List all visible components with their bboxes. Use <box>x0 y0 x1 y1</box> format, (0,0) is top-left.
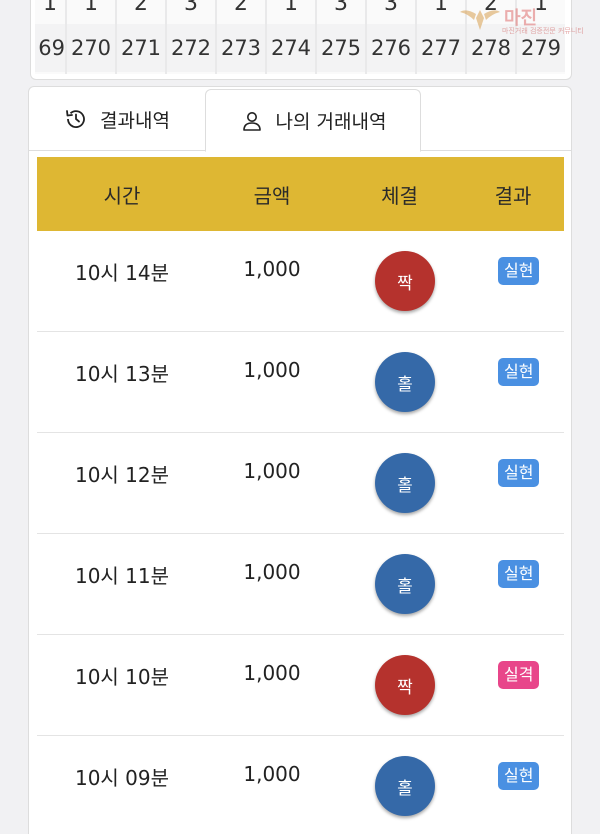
pick-ball: 짝 <box>375 251 435 311</box>
time-text: 10시 14분 <box>74 261 170 285</box>
strip-round-number: 274 <box>267 24 315 72</box>
header-pick: 체결 <box>381 183 418 208</box>
amount-text: 1,000 <box>243 560 301 584</box>
time-text: 10시 09분 <box>74 766 170 790</box>
strip-top-value: 2 <box>134 0 148 16</box>
strip-top-value: 2 <box>234 0 248 16</box>
strip-column: 3 276 <box>367 0 415 74</box>
strip-top-value: 3 <box>184 0 198 16</box>
cell-result: 실현 <box>462 534 564 634</box>
cell-pick: 홀 <box>337 332 462 432</box>
tab-bar: 결과내역 나의 거래내역 <box>29 87 571 152</box>
cell-result: 실현 <box>462 332 564 432</box>
cell-time: 10시 09분 <box>37 736 207 834</box>
result-badge: 실현 <box>498 560 540 588</box>
cell-pick: 홀 <box>337 736 462 834</box>
pick-ball: 짝 <box>375 655 435 715</box>
pick-ball: 홀 <box>375 453 435 513</box>
wing-logo-icon <box>460 10 500 30</box>
page: 1 69 1 270 2 271 3 272 2 273 1 274 3 275 3 276 1 277 2 278 1… <box>0 0 600 834</box>
cell-amount: 1,000 <box>207 635 337 735</box>
strip-column: 1 69 <box>35 0 65 74</box>
cell-time: 10시 13분 <box>37 332 207 432</box>
cell-time: 10시 14분 <box>37 231 207 331</box>
trade-table: 시간 금액 체결 결과 10시 14분 1,000 짝 실현 10시 13분 1,000 홀… <box>37 157 564 834</box>
table-row: 10시 14분 1,000 짝 실현 <box>37 231 564 332</box>
table-row: 10시 12분 1,000 홀 실현 <box>37 433 564 534</box>
cell-amount: 1,000 <box>207 736 337 834</box>
result-badge: 실격 <box>498 661 540 689</box>
amount-text: 1,000 <box>243 762 301 786</box>
amount-text: 1,000 <box>243 661 301 685</box>
time-text: 10시 13분 <box>74 362 170 386</box>
user-icon <box>242 111 261 131</box>
table-row: 10시 09분 1,000 홀 실현 <box>37 736 564 834</box>
cell-pick: 홀 <box>337 433 462 533</box>
cell-time: 10시 12분 <box>37 433 207 533</box>
header-amount: 금액 <box>253 183 291 208</box>
cell-time: 10시 11분 <box>37 534 207 634</box>
result-badge: 실현 <box>498 257 540 285</box>
strip-top-value: 1 <box>284 0 298 16</box>
strip-round-number: 271 <box>117 24 165 72</box>
cell-result: 실격 <box>462 635 564 735</box>
strip-top-value: 1 <box>43 0 57 16</box>
tab-my-trades-label: 나의 거래내역 <box>275 111 387 133</box>
table-row: 10시 13분 1,000 홀 실현 <box>37 332 564 433</box>
strip-top-value: 1 <box>84 0 98 16</box>
strip-round-number: 272 <box>167 24 215 72</box>
strip-round-number: 275 <box>317 24 365 72</box>
pick-ball: 홀 <box>375 352 435 412</box>
strip-column: 1 270 <box>67 0 115 74</box>
cell-amount: 1,000 <box>207 231 337 331</box>
cell-pick: 짝 <box>337 231 462 331</box>
amount-text: 1,000 <box>243 358 301 382</box>
result-badge: 실현 <box>498 358 540 386</box>
strip-top-value: 3 <box>384 0 398 16</box>
table-row: 10시 11분 1,000 홀 실현 <box>37 534 564 635</box>
strip-column: 1 274 <box>267 0 315 74</box>
pick-ball: 홀 <box>375 756 435 816</box>
amount-text: 1,000 <box>243 459 301 483</box>
table-header: 시간 금액 체결 결과 <box>37 157 564 231</box>
strip-round-number: 270 <box>67 24 115 72</box>
tab-my-trades[interactable]: 나의 거래내역 <box>205 89 421 152</box>
strip-column: 2 271 <box>117 0 165 74</box>
cell-amount: 1,000 <box>207 433 337 533</box>
cell-time: 10시 10분 <box>37 635 207 735</box>
strip-round-number: 273 <box>217 24 265 72</box>
cell-amount: 1,000 <box>207 332 337 432</box>
strip-column: 3 272 <box>167 0 215 74</box>
time-text: 10시 12분 <box>74 463 170 487</box>
table-row: 10시 10분 1,000 짝 실격 <box>37 635 564 736</box>
strip-top-value: 3 <box>334 0 348 16</box>
cell-pick: 짝 <box>337 635 462 735</box>
history-card: 결과내역 나의 거래내역 시간 금액 체결 결과 10시 14분 1,000 짝 실현… <box>28 86 572 834</box>
watermark-logo: 마진 마진거래 검증전문 커뮤니티 <box>458 4 588 38</box>
tab-results-label: 결과내역 <box>100 109 170 132</box>
cell-amount: 1,000 <box>207 534 337 634</box>
table-body: 10시 14분 1,000 짝 실현 10시 13분 1,000 홀 실현 10시 12분 1,0… <box>37 231 564 834</box>
amount-text: 1,000 <box>243 257 301 281</box>
cell-result: 실현 <box>462 433 564 533</box>
time-text: 10시 11분 <box>74 564 170 588</box>
strip-column: 2 273 <box>217 0 265 74</box>
result-badge: 실현 <box>498 459 540 487</box>
strip-round-number: 276 <box>367 24 415 72</box>
cell-result: 실현 <box>462 736 564 834</box>
strip-column: 3 275 <box>317 0 365 74</box>
pick-ball: 홀 <box>375 554 435 614</box>
tab-results[interactable]: 결과내역 <box>29 87 205 151</box>
header-time: 시간 <box>103 183 141 208</box>
strip-round-number: 69 <box>35 24 65 72</box>
cell-pick: 홀 <box>337 534 462 634</box>
history-icon <box>66 110 85 128</box>
result-badge: 실현 <box>498 762 540 790</box>
logo-subtext: 마진거래 검증전문 커뮤니티 <box>502 27 584 35</box>
header-result: 결과 <box>494 183 532 208</box>
time-text: 10시 10분 <box>74 665 170 689</box>
cell-result: 실현 <box>462 231 564 331</box>
